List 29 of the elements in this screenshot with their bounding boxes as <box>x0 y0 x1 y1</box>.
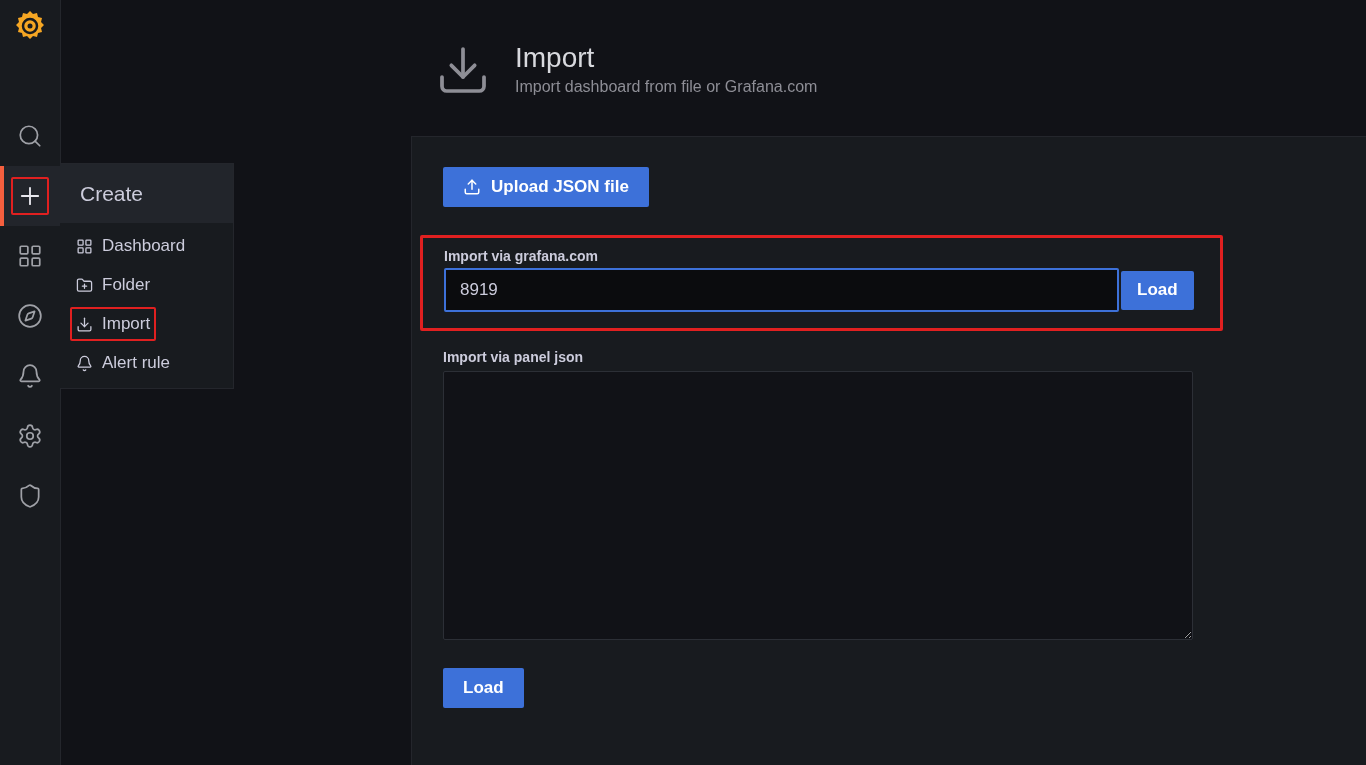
menu-item[interactable]: Import <box>70 307 157 341</box>
grid-icon <box>17 243 43 269</box>
menu-item[interactable]: Dashboard <box>70 229 192 263</box>
field-label: Import via panel json <box>443 349 585 365</box>
field-label: Import via grafana.com <box>444 248 600 264</box>
menu-item[interactable]: Folder <box>70 268 157 302</box>
download-icon <box>76 315 93 333</box>
bell-icon <box>76 354 93 372</box>
page-subtitle: Import dashboard from file or Grafana.com <box>515 78 818 96</box>
load-button[interactable]: Load <box>1121 270 1194 310</box>
menu-item[interactable]: Alert rule <box>70 346 177 380</box>
bell-icon <box>17 363 43 389</box>
menu-title: Create <box>60 164 233 223</box>
upload-button[interactable]: Upload JSON file <box>443 167 649 207</box>
search-icon <box>17 123 43 149</box>
upload-icon <box>463 178 481 196</box>
page-title: Import <box>515 42 596 74</box>
input-field[interactable]: 8919 <box>444 268 1119 312</box>
compass-icon <box>17 303 43 329</box>
load-button[interactable]: Load <box>443 668 524 708</box>
menu-item-label: Alert rule <box>102 353 171 373</box>
sidebar-item[interactable] <box>0 166 60 226</box>
folder-plus-icon <box>76 276 93 294</box>
settings-icon <box>17 423 43 449</box>
menu-item-label: Folder <box>102 275 151 295</box>
menu-item-label: Dashboard <box>102 236 186 256</box>
grid-icon <box>76 237 93 255</box>
menu-item-label: Import <box>102 314 151 334</box>
shield-icon <box>17 483 43 509</box>
